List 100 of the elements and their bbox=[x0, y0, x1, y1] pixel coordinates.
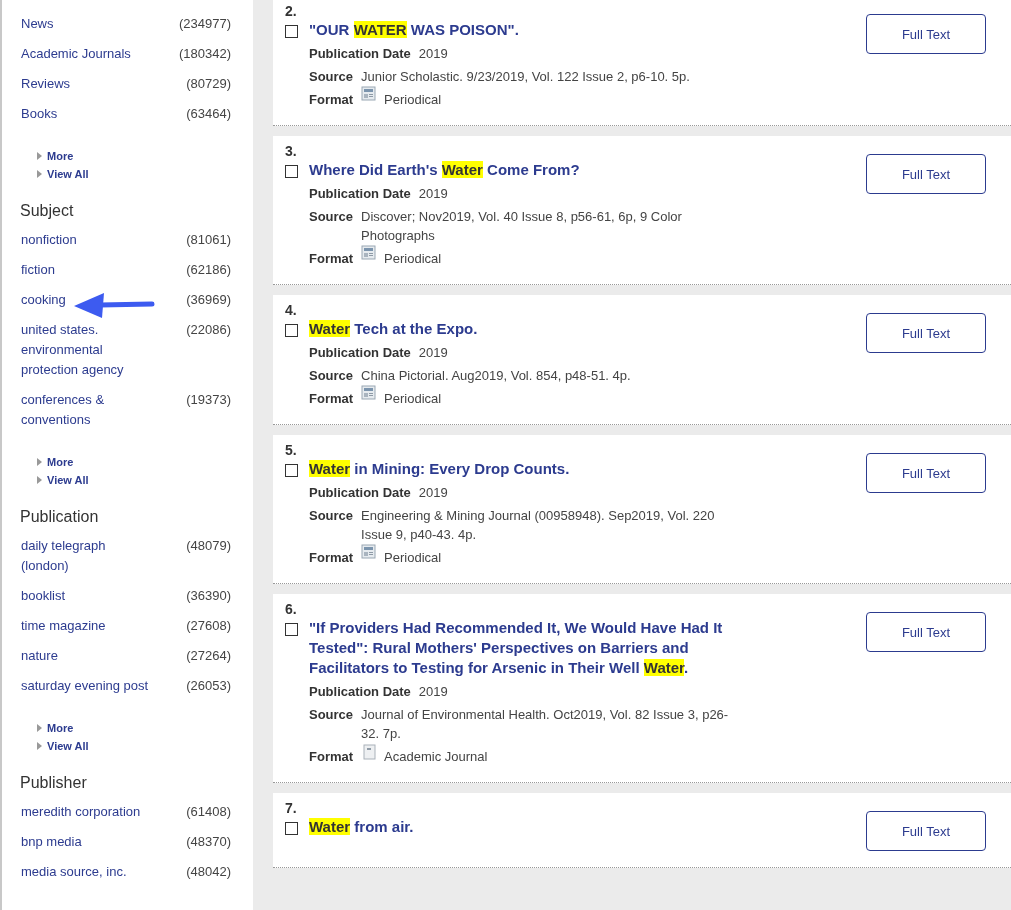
facet-count: (80729) bbox=[186, 75, 231, 93]
field-value: Junior Scholastic. 9/23/2019, Vol. 122 Issue 2, p6-10. 5p. bbox=[361, 68, 690, 86]
facet-link[interactable]: conferences & conventions bbox=[21, 390, 156, 430]
facet-link[interactable]: Reviews bbox=[21, 74, 71, 94]
facet-count: (63464) bbox=[186, 105, 231, 123]
facet-count: (61408) bbox=[186, 803, 231, 821]
facet-link[interactable]: media source, inc. bbox=[21, 862, 127, 882]
select-checkbox[interactable] bbox=[285, 25, 298, 38]
facet-count: (22086) bbox=[186, 321, 231, 339]
facet-count: (48370) bbox=[186, 833, 231, 851]
full-text-button[interactable]: Full Text bbox=[866, 811, 986, 851]
more-link[interactable]: View All bbox=[47, 472, 89, 488]
more-link[interactable]: More bbox=[47, 454, 74, 470]
full-text-button[interactable]: Full Text bbox=[866, 14, 986, 54]
field-value: 2019 bbox=[418, 185, 448, 203]
field-label: Format bbox=[309, 390, 354, 408]
select-checkbox[interactable] bbox=[285, 324, 298, 337]
full-text-button[interactable]: Full Text bbox=[866, 453, 986, 493]
facet-link[interactable]: saturday evening post bbox=[21, 676, 149, 696]
field-value: Discover; Nov2019, Vol. 40 Issue 8, p56-61, 6p, 9 Color Photographs bbox=[361, 208, 683, 245]
facet-count: (36969) bbox=[186, 291, 231, 309]
field-label: Publication Date bbox=[309, 683, 411, 701]
field-label: Publication Date bbox=[309, 344, 411, 362]
facet-count: (180342) bbox=[178, 45, 231, 63]
result-title[interactable]: "OUR WATER WAS POISON". bbox=[309, 20, 519, 40]
facet-link[interactable]: meredith corporation bbox=[21, 802, 141, 822]
field-value: Periodical bbox=[384, 91, 442, 109]
newspaper-icon bbox=[361, 245, 378, 261]
more-link[interactable]: View All bbox=[47, 166, 89, 182]
triangle-icon bbox=[37, 458, 42, 466]
facet-count: (48042) bbox=[186, 863, 231, 881]
field-value: 2019 bbox=[418, 45, 448, 63]
facet-link[interactable]: time magazine bbox=[21, 616, 106, 636]
full-text-button[interactable]: Full Text bbox=[866, 154, 986, 194]
field-value: Periodical bbox=[384, 390, 442, 408]
facet-link[interactable]: cooking bbox=[21, 290, 66, 310]
select-checkbox[interactable] bbox=[285, 165, 298, 178]
field-label: Source bbox=[309, 68, 354, 86]
facet-count: (19373) bbox=[186, 391, 231, 409]
result-number: 7. bbox=[285, 799, 297, 817]
facet-link[interactable]: daily telegraph (london) bbox=[21, 536, 156, 576]
field-value: Academic Journal bbox=[384, 748, 488, 766]
facet-count: (36390) bbox=[186, 587, 231, 605]
more-link[interactable]: More bbox=[47, 148, 74, 164]
select-checkbox[interactable] bbox=[285, 464, 298, 477]
field-label: Format bbox=[309, 91, 354, 109]
result-title[interactable]: Where Did Earth's Water Come From? bbox=[309, 160, 580, 180]
triangle-icon bbox=[37, 170, 42, 178]
result-number: 6. bbox=[285, 600, 297, 618]
full-text-button[interactable]: Full Text bbox=[866, 612, 986, 652]
result-title[interactable]: Water from air. bbox=[309, 817, 414, 837]
select-checkbox[interactable] bbox=[285, 623, 298, 636]
facet-link[interactable]: Books bbox=[21, 104, 58, 124]
facet-count: (81061) bbox=[186, 231, 231, 249]
facet-heading: Publisher bbox=[20, 774, 88, 792]
facet-link[interactable]: bnp media bbox=[21, 832, 82, 852]
facet-link[interactable]: nonfiction bbox=[21, 230, 77, 250]
facet-count: (27264) bbox=[186, 647, 231, 665]
field-label: Source bbox=[309, 706, 354, 724]
triangle-icon bbox=[37, 724, 42, 732]
result-number: 5. bbox=[285, 441, 297, 459]
facet-heading: Subject bbox=[20, 202, 75, 220]
newspaper-icon bbox=[361, 544, 378, 560]
field-value: 2019 bbox=[418, 344, 448, 362]
newspaper-icon bbox=[361, 86, 378, 102]
field-label: Source bbox=[309, 208, 354, 226]
select-checkbox[interactable] bbox=[285, 822, 298, 835]
facet-link[interactable]: fiction bbox=[21, 260, 55, 280]
more-link[interactable]: More bbox=[47, 720, 74, 736]
more-link[interactable]: View All bbox=[47, 738, 89, 754]
result-number: 2. bbox=[285, 2, 297, 20]
result-title[interactable]: Water in Mining: Every Drop Counts. bbox=[309, 459, 570, 479]
facet-link[interactable]: booklist bbox=[21, 586, 66, 606]
triangle-icon bbox=[37, 476, 42, 484]
facet-link[interactable]: News bbox=[21, 14, 54, 34]
full-text-button[interactable]: Full Text bbox=[866, 313, 986, 353]
result-number: 3. bbox=[285, 142, 297, 160]
facet-count: (62186) bbox=[186, 261, 231, 279]
facet-count: (27608) bbox=[186, 617, 231, 635]
field-value: 2019 bbox=[418, 484, 448, 502]
facet-link[interactable]: nature bbox=[21, 646, 58, 666]
result-title[interactable]: Water Tech at the Expo. bbox=[309, 319, 478, 339]
field-label: Source bbox=[309, 507, 354, 525]
triangle-icon bbox=[37, 742, 42, 750]
newspaper-icon bbox=[361, 385, 378, 401]
field-value: Periodical bbox=[384, 549, 442, 567]
field-label: Format bbox=[309, 748, 354, 766]
field-value: China Pictorial. Aug2019, Vol. 854, p48-51. 4p. bbox=[361, 367, 631, 385]
triangle-icon bbox=[37, 152, 42, 160]
field-label: Format bbox=[309, 549, 354, 567]
facet-link[interactable]: Academic Journals bbox=[21, 44, 131, 64]
result-number: 4. bbox=[285, 301, 297, 319]
field-label: Format bbox=[309, 250, 354, 268]
facet-link[interactable]: united states. environmental protection agency bbox=[21, 320, 156, 380]
field-label: Source bbox=[309, 367, 354, 385]
field-label: Publication Date bbox=[309, 185, 411, 203]
facet-count: (26053) bbox=[186, 677, 231, 695]
journal-icon bbox=[361, 744, 378, 760]
facet-heading: Publication bbox=[20, 508, 100, 526]
field-label: Publication Date bbox=[309, 45, 411, 63]
